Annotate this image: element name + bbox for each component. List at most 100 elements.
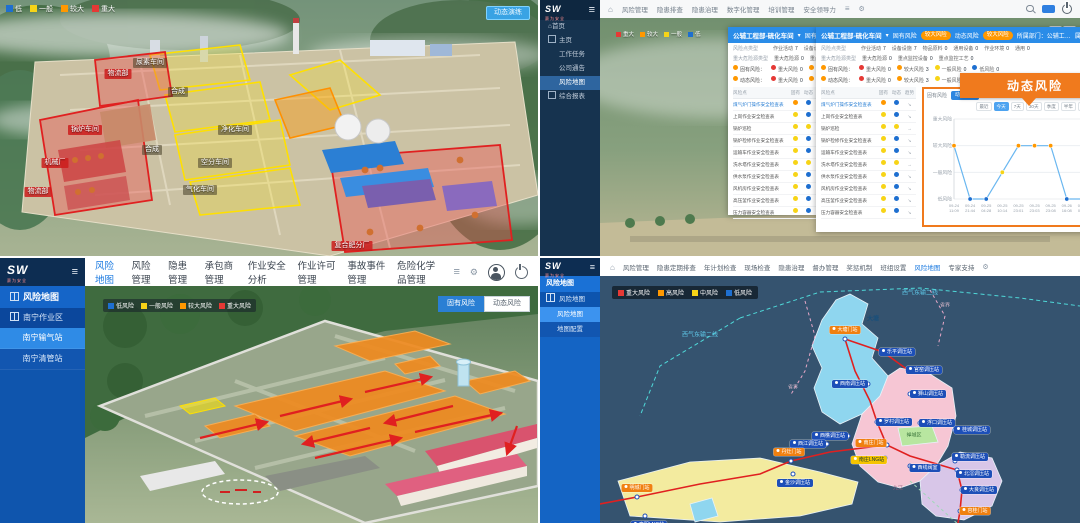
station-badge-reg[interactable]: 勒流调压站 (952, 453, 988, 461)
station-badge-gate[interactable]: 明城门站 (621, 484, 652, 492)
menu-toggle-icon[interactable]: ≡ (72, 267, 78, 278)
risk-point-name[interactable]: 煤气炉门操作安全检查表 (821, 99, 877, 110)
nav-item-0[interactable]: 风险管理 (622, 4, 648, 14)
sidebar-item-2[interactable]: 风险地图 (540, 76, 600, 90)
station-badge-reg[interactable]: 乐平调压站 (879, 348, 915, 356)
nav-item-5[interactable]: 督办管理 (812, 262, 838, 272)
nav-item-2[interactable]: 隐患管理 (168, 258, 195, 286)
sidebar-item-1[interactable]: 公司通告 (540, 62, 600, 76)
table-row[interactable]: 煤气炉门操作安全检查表↘ (733, 99, 828, 111)
table-row[interactable]: 锅炉巡检→ (733, 123, 828, 135)
data-point[interactable] (984, 197, 988, 201)
table-row[interactable]: 上岗作业安全检查表↘ (733, 111, 828, 123)
data-point[interactable] (1032, 143, 1036, 147)
table-row[interactable]: 压力容器安全检查表↘ (733, 207, 828, 219)
table-row[interactable]: 锅炉巡检→ (821, 123, 916, 135)
station-badge-reg[interactable]: 官窑调压站 (906, 366, 942, 374)
nav-item-2[interactable]: 隐患治理 (692, 4, 718, 14)
risk-point-name[interactable]: 供水泵作业安全检查表 (733, 171, 789, 182)
table-row[interactable]: 风机房作业安全检查表↘ (821, 183, 916, 195)
nav-item-2[interactable]: 年计划检查 (704, 262, 737, 272)
sidebar-group[interactable]: 南宁作业区 (0, 308, 85, 328)
range-button-0[interactable]: 最近 (976, 102, 991, 111)
nav-item-6[interactable]: 事故事件管理 (347, 258, 387, 286)
risk-point-name[interactable]: 风机房作业安全检查表 (733, 183, 789, 194)
sidebar-item-0[interactable]: 南宁输气站 (0, 328, 85, 349)
station-badge-reg[interactable]: 大良调压站 (961, 486, 997, 494)
nav-item-5[interactable]: 安全领导力 (803, 4, 836, 14)
risk-point-name[interactable]: 锅炉检修作业安全检查表 (733, 135, 789, 146)
risk-point-name[interactable]: 上岗作业安全检查表 (821, 111, 877, 122)
gear-icon[interactable]: ⚙ (859, 5, 865, 13)
sidebar-group[interactable]: 主页 (540, 34, 600, 48)
sidebar-item-home[interactable]: ⌂首页 (540, 20, 600, 34)
sidebar-item-0[interactable]: 风险地图 (540, 307, 600, 322)
station-badge-reg[interactable]: 西南调压站 (832, 380, 868, 388)
data-point[interactable] (1000, 170, 1004, 174)
range-button-5[interactable]: 半年 (1061, 102, 1076, 111)
nav-item-7[interactable]: 危险化学品管理 (397, 258, 443, 286)
nav-item-0[interactable]: 风险地图 (95, 258, 122, 286)
sidebar-item-1[interactable]: 南宁清管站 (0, 349, 85, 370)
nav-item-8[interactable]: 风险地图 (914, 262, 940, 272)
table-row[interactable]: 洗水塔作业安全检查表→ (821, 159, 916, 171)
risk-point-name[interactable]: 锅炉检修作业安全检查表 (821, 135, 877, 146)
risk-point-name[interactable]: 运输车作业安全检查表 (733, 147, 789, 158)
search-icon[interactable] (1026, 5, 1035, 14)
table-row[interactable]: 高压釜作业安全检查表↘ (733, 195, 828, 207)
nav-item-4[interactable]: 培训管理 (768, 4, 794, 14)
power-icon[interactable] (515, 266, 528, 279)
home-icon[interactable]: ⌂ (610, 263, 615, 272)
nav-item-1[interactable]: 隐患定期排查 (657, 262, 696, 272)
nav-item-1[interactable]: 风险管理 (132, 258, 159, 286)
table-row[interactable]: 高压釜作业安全检查表↘ (821, 195, 916, 207)
data-point[interactable] (952, 143, 956, 147)
nav-item-9[interactable]: 专家支持 (948, 262, 974, 272)
risk-point-name[interactable]: 上岗作业安全检查表 (733, 111, 789, 122)
menu-toggle-icon[interactable]: ≡ (589, 5, 595, 16)
station-badge-reg[interactable]: 西江调压站 (790, 440, 826, 448)
risk-point-name[interactable]: 洗水塔作业安全检查表 (821, 159, 877, 170)
data-point[interactable] (1048, 143, 1052, 147)
sidebar-item-1[interactable]: 地图配置 (540, 322, 600, 337)
table-row[interactable]: 风机房作业安全检查表↘ (733, 183, 828, 195)
table-row[interactable]: 锅炉检修作业安全检查表↘ (821, 135, 916, 147)
sidebar-item-0[interactable]: 工作任务 (540, 48, 600, 62)
station-badge-reg[interactable]: 罗村调压站 (876, 418, 912, 426)
table-row[interactable]: 煤气炉门操作安全检查表↘ (821, 99, 916, 111)
menu-toggle-icon[interactable]: ≡ (590, 263, 595, 272)
risk-point-name[interactable]: 运输车作业安全检查表 (821, 147, 877, 158)
station-badge-reg[interactable]: 桂城调压站 (954, 426, 990, 434)
risk-mode-button-0[interactable]: 固有风险 (438, 296, 484, 312)
station-badge-reg[interactable]: 狮山调压站 (910, 390, 946, 398)
gear-icon[interactable]: ⚙ (470, 267, 478, 278)
risk-point-name[interactable]: 供水泵作业安全检查表 (821, 171, 877, 182)
language-flag-icon[interactable] (1042, 5, 1055, 13)
table-row[interactable]: 锅炉检修作业安全检查表↘ (733, 135, 828, 147)
gear-icon[interactable]: ⚙ (982, 263, 988, 271)
station-badge-gate[interactable]: 大塘门站 (829, 326, 860, 334)
data-point[interactable] (968, 197, 972, 201)
nav-item-0[interactable]: 风险管理 (623, 262, 649, 272)
nav-item-3[interactable]: 承包商管理 (205, 258, 238, 286)
risk-point-name[interactable]: 锅炉巡检 (821, 123, 877, 134)
dynamic-demo-button[interactable]: 动态演练 (486, 6, 530, 20)
range-button-1[interactable]: 今天 (994, 102, 1009, 111)
nav-item-4[interactable]: 隐患治理 (778, 262, 804, 272)
risk-mode-button-1[interactable]: 动态风险 (484, 296, 530, 312)
station-badge-reg[interactable]: 浮口调压站 (919, 419, 955, 427)
station-badge-lng[interactable]: 南庄LNG站 (851, 456, 887, 464)
station-badge-reg[interactable]: 北滘调压站 (956, 470, 992, 478)
nav-item-5[interactable]: 作业许可管理 (298, 258, 338, 286)
more-menu-icon[interactable]: ≡ (845, 5, 850, 13)
data-point[interactable] (1065, 197, 1069, 201)
home-icon[interactable]: ⌂ (608, 5, 613, 14)
risk-point-name[interactable]: 压力容器安全检查表 (733, 207, 789, 218)
more-menu-icon[interactable]: ≡ (454, 267, 460, 278)
table-row[interactable]: 洗水塔作业安全检查表→ (733, 159, 828, 171)
station-badge-reg[interactable]: 金沙调压站 (777, 479, 813, 487)
table-row[interactable]: 供水泵作业安全检查表↘ (821, 171, 916, 183)
chart-tab-0[interactable]: 固有风险 (927, 92, 947, 99)
risk-point-name[interactable]: 高压釜作业安全检查表 (821, 195, 877, 206)
sidebar-item-reports[interactable]: 综合报表 (540, 90, 600, 104)
